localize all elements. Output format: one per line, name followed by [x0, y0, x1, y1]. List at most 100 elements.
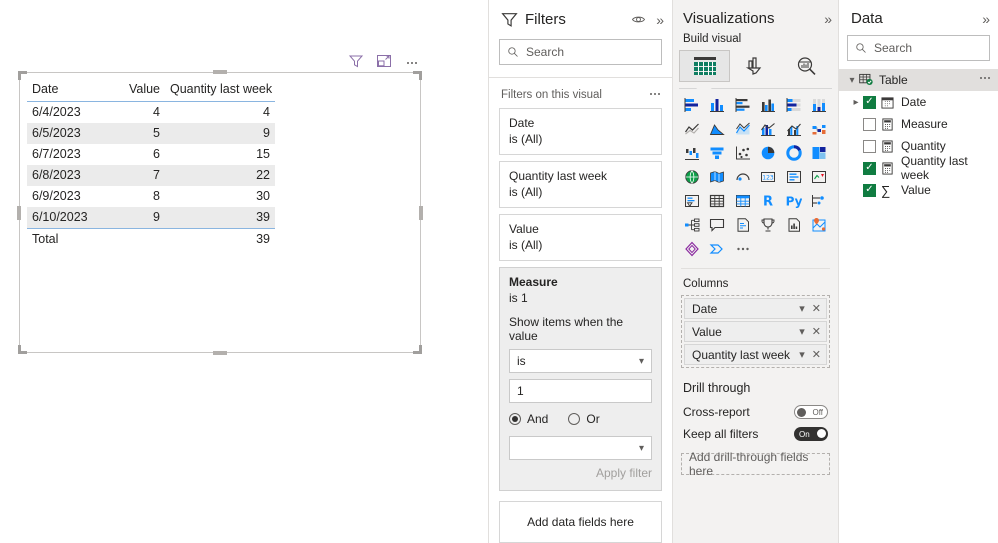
filter-card-quantity-last-week[interactable]: Quantity last week is (All) [499, 161, 662, 208]
table-row[interactable]: 6/9/2023 8 30 [27, 186, 275, 207]
arcgis-maps-icon[interactable] [807, 214, 833, 236]
resize-handle-bottom-left[interactable] [18, 345, 27, 354]
resize-handle-right[interactable] [419, 205, 423, 220]
stacked-column-chart-icon[interactable] [705, 94, 731, 116]
resize-handle-top-left[interactable] [18, 71, 27, 80]
table-row[interactable]: 6/8/2023 7 22 [27, 165, 275, 186]
filter-value-input[interactable]: 1 [509, 379, 652, 403]
area-chart-icon[interactable] [705, 118, 731, 140]
table-visual[interactable]: Date Value Quantity last week 6/4/2023 4… [27, 79, 413, 250]
filter-operator-select[interactable]: is ▾ [509, 349, 652, 373]
close-icon[interactable]: ✕ [812, 325, 821, 338]
apply-filter-button[interactable]: Apply filter [509, 466, 652, 480]
100-stacked-bar-chart-icon[interactable] [781, 94, 807, 116]
azure-map-icon[interactable] [730, 166, 756, 188]
key-influencers-icon[interactable] [807, 190, 833, 212]
clustered-column-chart-icon[interactable] [756, 94, 782, 116]
table-row[interactable]: 6/5/2023 5 9 [27, 123, 275, 144]
tab-build-visual[interactable] [679, 50, 731, 82]
filters-dropzone[interactable]: Add data fields here [499, 501, 662, 543]
ribbon-chart-icon[interactable] [807, 118, 833, 140]
columns-well[interactable]: Date ▾ ✕ Value ▾ ✕ Quantity last week ▾ … [681, 295, 830, 368]
line-and-stacked-column-icon[interactable] [756, 118, 782, 140]
resize-handle-top[interactable] [213, 70, 227, 74]
map-icon[interactable] [679, 166, 705, 188]
line-chart-icon[interactable] [679, 118, 705, 140]
filter-second-operator-select[interactable]: ▾ [509, 436, 652, 460]
metrics-icon[interactable] [756, 214, 782, 236]
field-checkbox[interactable] [863, 95, 876, 109]
smart-narrative-icon[interactable] [730, 214, 756, 236]
chevron-down-icon[interactable]: ▾ [799, 348, 805, 361]
table-row[interactable]: 6/10/2023 9 39 [27, 207, 275, 229]
data-field-date[interactable]: ▸ Date [839, 91, 998, 113]
column-field-value[interactable]: Value ▾ ✕ [684, 321, 827, 342]
tab-analytics[interactable] [781, 50, 832, 82]
column-header-value[interactable]: Value [115, 79, 165, 102]
table-row[interactable]: 6/7/2023 6 15 [27, 144, 275, 165]
funnel-chart-icon[interactable] [705, 142, 731, 164]
filter-card-measure[interactable]: Measure is 1 Show items when the value i… [499, 267, 662, 491]
close-icon[interactable]: ✕ [812, 348, 821, 361]
donut-chart-icon[interactable] [781, 142, 807, 164]
table-row[interactable]: 6/4/2023 4 4 [27, 102, 275, 124]
line-and-clustered-column-icon[interactable] [781, 118, 807, 140]
chevron-down-icon[interactable]: ▾ [799, 325, 805, 338]
column-field-quantity-last-week[interactable]: Quantity last week ▾ ✕ [684, 344, 827, 365]
slicer-icon[interactable] [679, 190, 705, 212]
keep-all-filters-toggle[interactable]: On [794, 427, 828, 441]
more-options-icon[interactable] [980, 77, 990, 83]
focus-mode-icon[interactable] [376, 53, 392, 69]
waterfall-chart-icon[interactable] [679, 142, 705, 164]
double-chevron-right-icon[interactable]: » [982, 12, 990, 26]
data-field-quantity-last-week[interactable]: Quantity last week [839, 154, 998, 182]
column-header-date[interactable]: Date [27, 79, 115, 102]
field-checkbox[interactable] [863, 139, 876, 153]
chevron-down-icon[interactable]: ▾ [799, 302, 805, 315]
power-automate-icon[interactable] [705, 238, 731, 260]
filter-icon[interactable] [348, 53, 364, 69]
field-checkbox[interactable] [863, 117, 876, 131]
matrix-icon[interactable] [730, 190, 756, 212]
field-checkbox[interactable] [863, 161, 876, 175]
more-options-icon[interactable] [650, 92, 660, 98]
drill-through-dropzone[interactable]: Add drill-through fields here [681, 450, 830, 478]
filled-map-icon[interactable] [705, 166, 731, 188]
data-search-input[interactable]: Search [847, 35, 990, 61]
hide-visual-icon[interactable] [631, 12, 646, 27]
paginated-report-icon[interactable] [781, 214, 807, 236]
resize-handle-bottom-right[interactable] [413, 345, 422, 354]
resize-handle-bottom[interactable] [213, 351, 227, 355]
double-chevron-right-icon[interactable]: » [656, 13, 664, 27]
data-table-node[interactable]: ▾ Table [839, 69, 998, 91]
data-field-measure[interactable]: Measure [839, 113, 998, 135]
data-field-value[interactable]: ∑ Value [839, 179, 998, 201]
100-stacked-column-chart-icon[interactable] [807, 94, 833, 116]
table-icon[interactable] [705, 190, 731, 212]
kpi-icon[interactable] [807, 166, 833, 188]
filters-search-input[interactable]: Search [499, 39, 662, 65]
scatter-chart-icon[interactable] [730, 142, 756, 164]
cross-report-toggle[interactable]: Off [794, 405, 828, 419]
resize-handle-top-right[interactable] [413, 71, 422, 80]
pie-chart-icon[interactable] [756, 142, 782, 164]
stacked-bar-chart-icon[interactable] [679, 94, 705, 116]
column-header-quantity-last-week[interactable]: Quantity last week [165, 79, 275, 102]
more-visuals-icon[interactable] [730, 238, 756, 260]
multi-row-card-icon[interactable] [781, 166, 807, 188]
chevron-right-icon[interactable]: ▸ [849, 97, 863, 108]
resize-handle-left[interactable] [17, 205, 21, 220]
treemap-icon[interactable] [807, 142, 833, 164]
double-chevron-right-icon[interactable]: » [824, 12, 832, 26]
radio-and[interactable] [509, 413, 521, 425]
q-and-a-icon[interactable] [705, 214, 731, 236]
column-field-date[interactable]: Date ▾ ✕ [684, 298, 827, 319]
stacked-area-chart-icon[interactable] [730, 118, 756, 140]
clustered-bar-chart-icon[interactable] [730, 94, 756, 116]
more-options-icon[interactable] [404, 53, 420, 69]
python-visual-icon[interactable]: Py [781, 190, 807, 212]
r-script-visual-icon[interactable]: R [756, 190, 782, 212]
chevron-down-icon[interactable]: ▾ [845, 75, 859, 86]
radio-or[interactable] [568, 413, 581, 425]
tab-format-visual[interactable] [730, 50, 781, 82]
